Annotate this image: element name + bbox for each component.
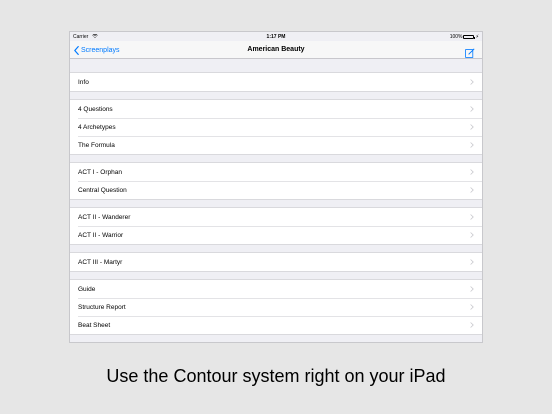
table-row[interactable]: Guide [70, 280, 482, 298]
table-row[interactable]: 4 Archetypes [70, 118, 482, 136]
chevron-right-icon [470, 322, 474, 328]
chevron-right-icon [470, 304, 474, 310]
table-section: Info [70, 72, 482, 92]
chevron-right-icon [470, 232, 474, 238]
chevron-right-icon [470, 79, 474, 85]
chevron-right-icon [470, 286, 474, 292]
compose-icon [465, 48, 475, 58]
table-row[interactable]: ACT II - Wanderer [70, 208, 482, 226]
row-label: Beat Sheet [78, 321, 111, 329]
table-row[interactable]: The Formula [70, 136, 482, 154]
row-label: ACT II - Wanderer [78, 213, 131, 221]
battery-percent: 100% [449, 34, 463, 40]
row-label: 4 Archetypes [78, 123, 116, 131]
chevron-right-icon [470, 142, 474, 148]
menu-table: Info 4 Questions 4 Archetypes The Formula AC… [70, 72, 482, 335]
table-row[interactable]: ACT I - Orphan [70, 163, 482, 181]
table-row[interactable]: Info [70, 73, 482, 91]
table-section: ACT II - Wanderer ACT II - Warrior [70, 207, 482, 245]
navigation-bar: Screenplays American Beauty [70, 41, 482, 59]
ipad-screen: Carrier 1:17 PM 100% ⚡ Screenplays Ameri… [69, 31, 483, 343]
chevron-right-icon [470, 187, 474, 193]
table-section: ACT I - Orphan Central Question [70, 162, 482, 200]
table-row[interactable]: Beat Sheet [70, 316, 482, 334]
charging-icon: ⚡ [475, 34, 479, 40]
row-label: Guide [78, 285, 96, 293]
chevron-right-icon [470, 106, 474, 112]
chevron-right-icon [470, 214, 474, 220]
table-row[interactable]: ACT II - Warrior [70, 226, 482, 244]
row-label: The Formula [78, 141, 115, 149]
status-time: 1:17 PM [266, 34, 286, 40]
table-section: ACT III - Martyr [70, 252, 482, 272]
row-label: ACT III - Martyr [78, 258, 123, 266]
chevron-right-icon [470, 124, 474, 130]
page-title: American Beauty [247, 46, 305, 53]
table-row[interactable]: Structure Report [70, 298, 482, 316]
compose-button[interactable] [465, 45, 475, 63]
status-bar: Carrier 1:17 PM 100% ⚡ [70, 32, 482, 41]
row-label: ACT I - Orphan [78, 168, 122, 176]
table-row[interactable]: ACT III - Martyr [70, 253, 482, 271]
row-label: 4 Questions [78, 105, 113, 113]
battery-status: 100% ⚡ [450, 34, 479, 40]
promo-caption: Use the Contour system right on your iPa… [106, 366, 446, 386]
row-label: Structure Report [78, 303, 126, 311]
chevron-right-icon [470, 259, 474, 265]
row-label: Info [78, 78, 89, 86]
row-label: ACT II - Warrior [78, 231, 124, 239]
row-label: Central Question [78, 186, 127, 194]
table-row[interactable]: Central Question [70, 181, 482, 199]
battery-icon [463, 35, 476, 39]
table-section: Guide Structure Report Beat Sheet [70, 279, 482, 335]
table-section: 4 Questions 4 Archetypes The Formula [70, 99, 482, 155]
chevron-right-icon [470, 169, 474, 175]
table-row[interactable]: 4 Questions [70, 100, 482, 118]
